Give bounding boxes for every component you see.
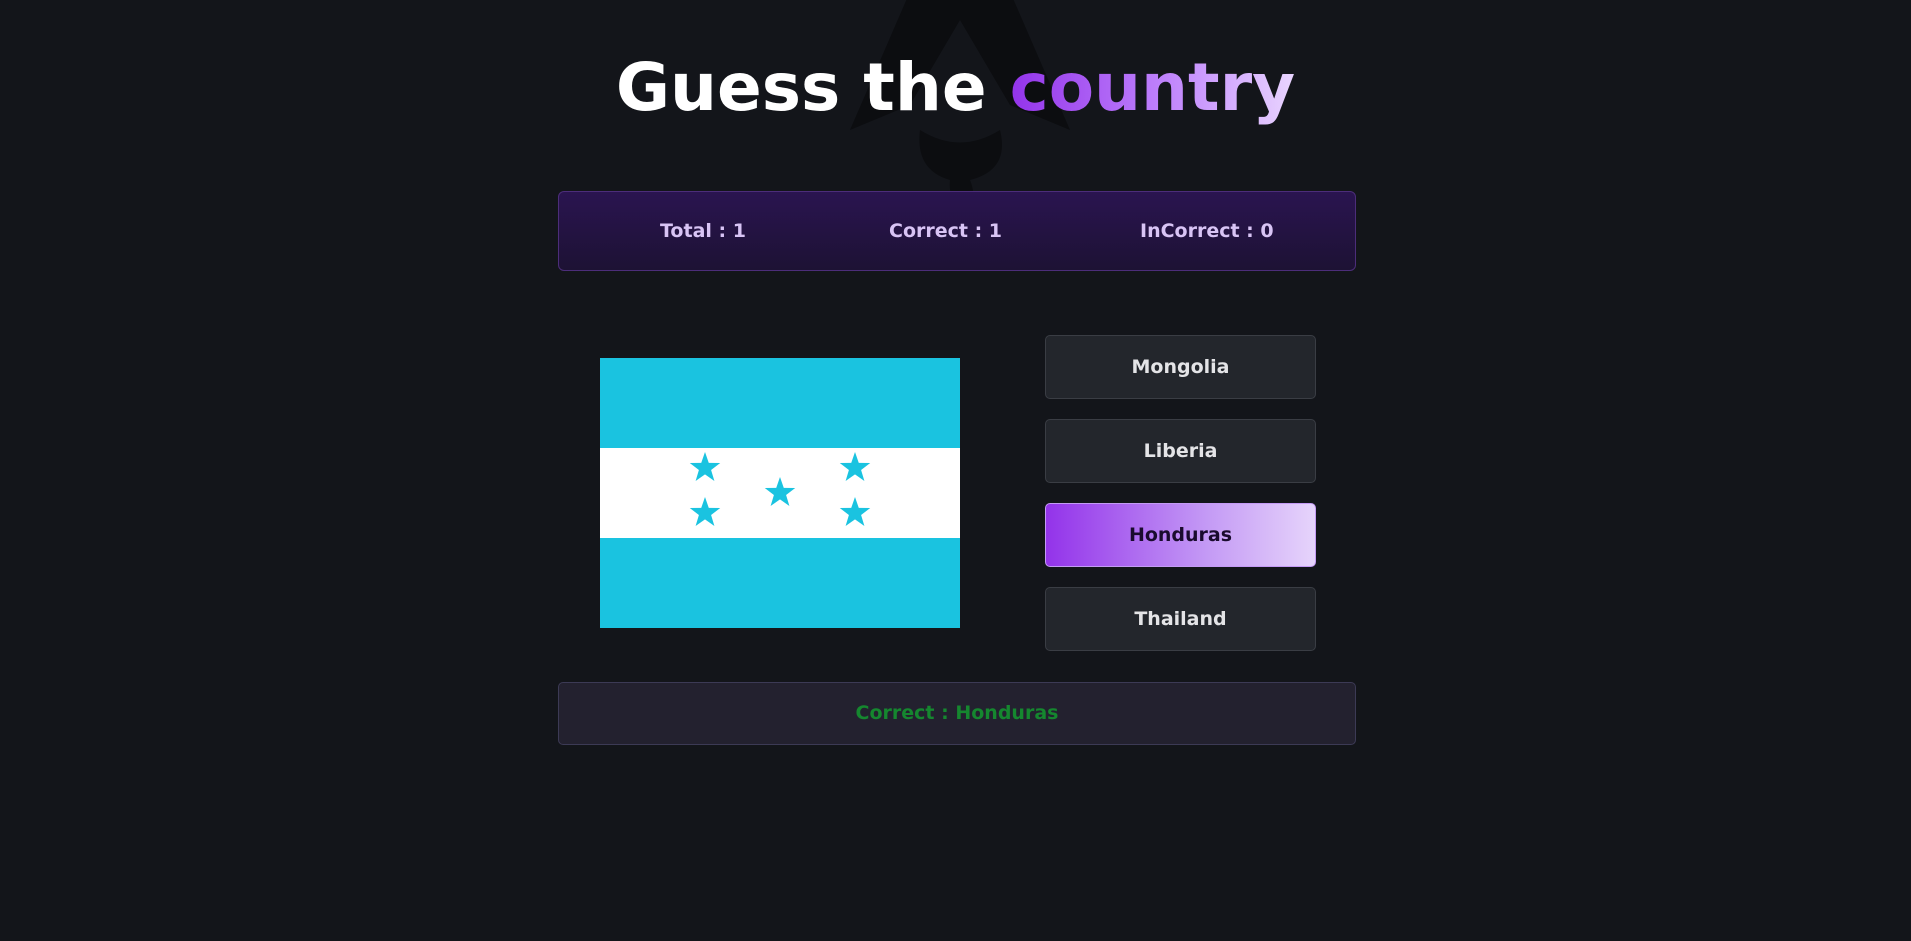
game-page: Guess the country Total : 1 Correct : 1 … [0,0,1911,941]
score-panel: Total : 1 Correct : 1 InCorrect : 0 [558,191,1356,271]
answer-options: Mongolia Liberia Honduras Thailand [1045,335,1316,671]
option-button-liberia[interactable]: Liberia [1045,419,1316,483]
option-button-thailand[interactable]: Thailand [1045,587,1316,651]
total-score: Total : 1 [660,220,746,242]
flag-top-stripe [600,358,960,448]
result-text: Correct : Honduras [855,702,1059,724]
correct-score: Correct : 1 [889,220,1003,242]
honduras-flag-icon [600,358,960,628]
incorrect-score: InCorrect : 0 [1140,220,1274,242]
title-accent: country [1009,49,1296,126]
result-panel: Correct : Honduras [558,682,1356,745]
option-button-honduras[interactable]: Honduras [1045,503,1316,567]
option-button-mongolia[interactable]: Mongolia [1045,335,1316,399]
page-title: Guess the country [0,48,1911,128]
title-prefix: Guess the [615,49,1010,126]
flag-bottom-stripe [600,538,960,628]
